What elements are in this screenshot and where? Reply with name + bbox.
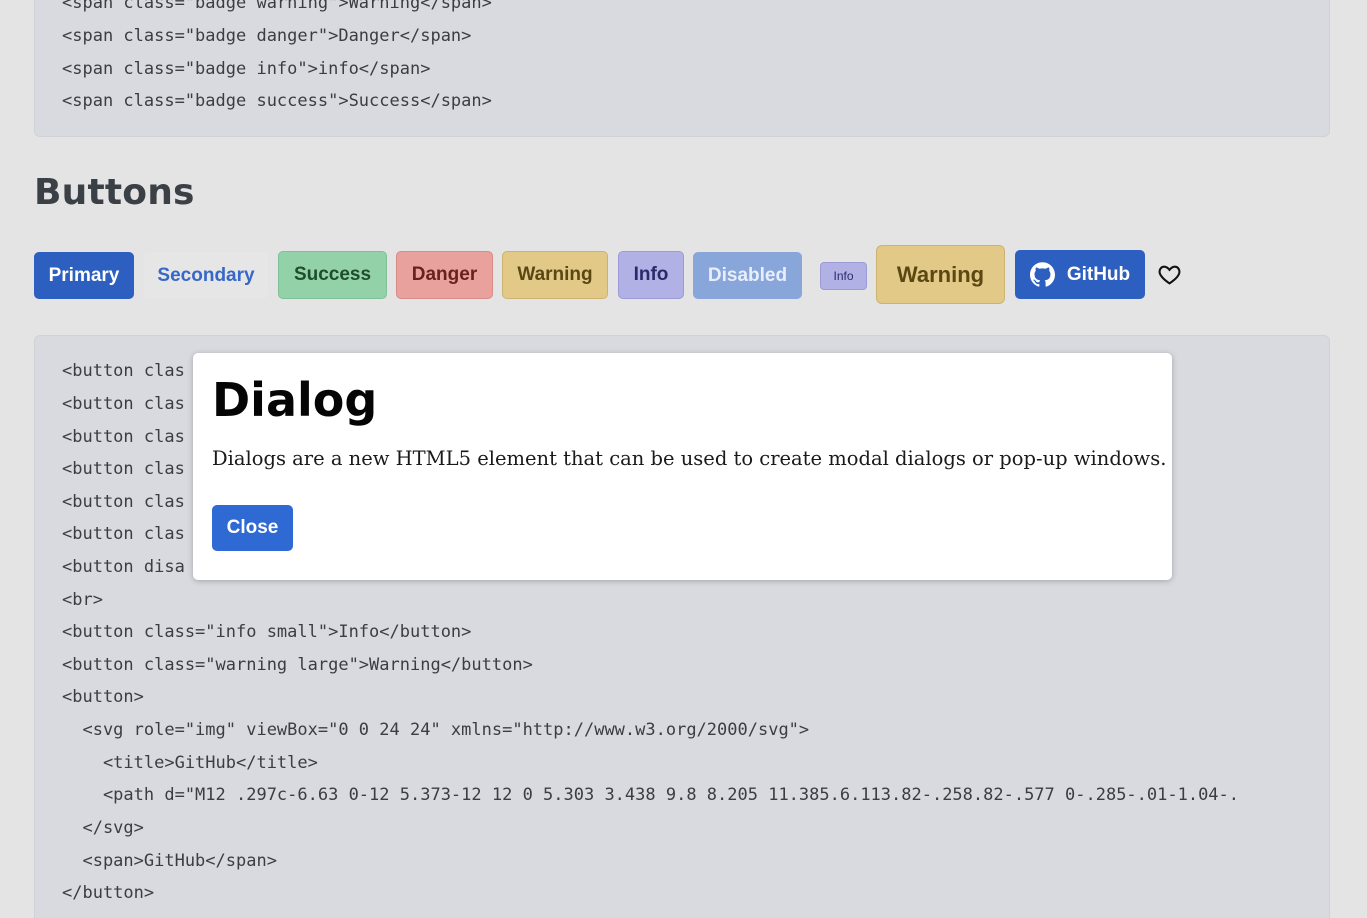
heart-icon[interactable] xyxy=(1157,262,1182,287)
github-button[interactable]: GitHub xyxy=(1015,250,1145,299)
code-line: <button clas xyxy=(62,459,185,479)
code-line: <button class="warning large">Warning</b… xyxy=(62,655,533,675)
warning-button[interactable]: Warning xyxy=(502,251,608,299)
code-line: <span class="badge warning">Warning</spa… xyxy=(62,0,492,13)
close-button[interactable]: Close xyxy=(212,505,293,551)
dialog-text: Dialogs are a new HTML5 element that can… xyxy=(212,447,1167,470)
code-line: <button clas xyxy=(62,524,185,544)
secondary-button[interactable]: Secondary xyxy=(144,252,268,299)
code-line: <button clas xyxy=(62,361,185,381)
code-line: </button> xyxy=(62,883,155,903)
code-line: <title>GitHub</title> xyxy=(62,753,318,773)
code-line: <span class="badge success">Success</spa… xyxy=(62,91,492,111)
code-line: <span>GitHub</span> xyxy=(62,851,277,871)
code-line: <br> xyxy=(62,590,103,610)
danger-button[interactable]: Danger xyxy=(396,251,493,299)
info-button[interactable]: Info xyxy=(618,251,684,299)
code-line: <button clas xyxy=(62,427,185,447)
code-line: <path d="M12 .297c-6.63 0-12 5.373-12 12… xyxy=(62,785,1240,805)
code-line: <svg role="img" viewBox="0 0 24 24" xmln… xyxy=(62,720,810,740)
primary-button[interactable]: Primary xyxy=(34,252,134,299)
info-small-button[interactable]: Info xyxy=(820,262,867,290)
code-line: <button clas xyxy=(62,394,185,414)
warning-large-button[interactable]: Warning xyxy=(876,245,1005,304)
code-line: <span class="badge danger">Danger</span> xyxy=(62,26,472,46)
code-line: <span class="badge info">info</span> xyxy=(62,59,431,79)
github-icon xyxy=(1029,262,1055,287)
code-line: <button> xyxy=(62,687,144,707)
github-button-label: GitHub xyxy=(1066,263,1131,285)
disabled-button: Disabled xyxy=(693,252,802,299)
code-line: <button class="info small">Info</button> xyxy=(62,622,472,642)
section-title-buttons: Buttons xyxy=(34,172,195,213)
dialog-title: Dialog xyxy=(212,373,378,427)
dialog: Dialog Dialogs are a new HTML5 element t… xyxy=(193,353,1172,580)
code-line: <button clas xyxy=(62,492,185,512)
code-line: <button disa xyxy=(62,557,185,577)
success-button[interactable]: Success xyxy=(278,251,387,299)
code-line: </svg> xyxy=(62,818,144,838)
code-block-badges: <span class="badge warning">Warning</spa… xyxy=(34,0,1330,137)
